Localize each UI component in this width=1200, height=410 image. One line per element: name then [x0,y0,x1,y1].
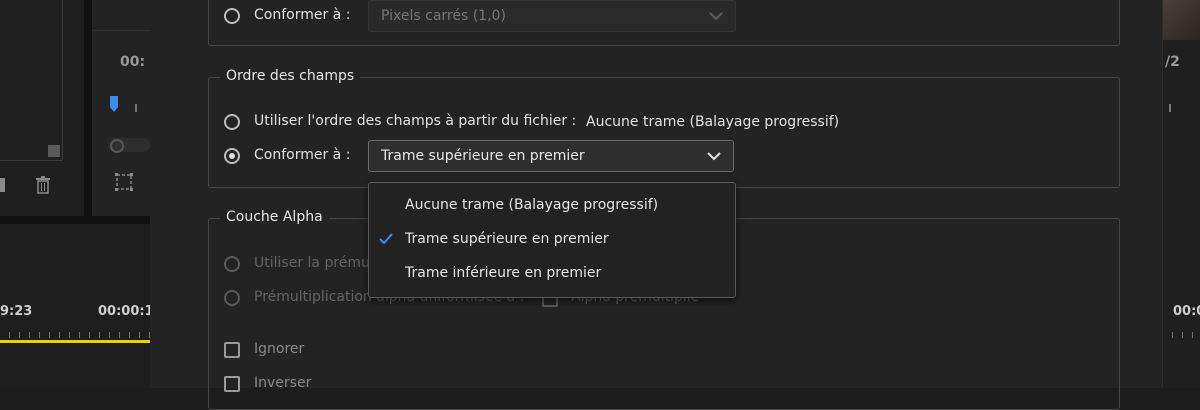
trash-icon[interactable] [35,176,51,194]
timeline-timecode-right: 00:0 [1173,304,1200,319]
invert-alpha-label: Inverser [254,375,312,391]
alpha-channel-title: Couche Alpha [220,209,329,225]
field-order-select[interactable]: Trame supérieure en premier [368,140,734,172]
dropdown-option-no-field[interactable]: Aucune trame (Balayage progressif) [369,189,733,221]
resize-corner[interactable] [48,145,60,157]
source-monitor [0,0,63,161]
playhead-marker[interactable] [110,96,118,112]
timeline-ruler-right[interactable] [1163,328,1200,338]
timeline-timecode-left: 9:23 [0,304,33,319]
premult-uniform-radio[interactable] [224,290,240,306]
field-order-dropdown-menu: Aucune trame (Balayage progressif) Trame… [368,182,736,298]
pixel-aspect-select[interactable]: Pixels carrés (1,0) [368,0,736,32]
background-panel-right: /2 00:0 [1162,0,1200,388]
use-premult-radio[interactable] [224,256,240,272]
pixel-aspect-conform-radio[interactable] [224,8,240,24]
chevron-down-icon [707,152,721,161]
panel-button-icon[interactable] [0,178,5,192]
thumbnail-image [1163,0,1200,40]
panel-separator[interactable] [0,216,150,224]
background-panel-left: 00: 9:23 00:00:1 [0,0,154,388]
timeline-timecode-mid: 00:00:1 [98,304,154,319]
tick-mark [1169,104,1171,112]
timecode-fragment: /2 [1165,54,1180,70]
panel-divider[interactable] [84,0,92,216]
field-order-conform-label: Conformer à : [254,147,351,163]
program-monitor: 00: [92,0,150,216]
timecode-display: 00: [120,54,146,70]
checkmark-icon [379,233,393,245]
dropdown-option-lower-field[interactable]: Trame inférieure en premier [369,257,733,289]
invert-alpha-checkbox[interactable] [224,376,240,392]
work-area-bar[interactable] [0,340,150,343]
ignore-alpha-checkbox[interactable] [224,342,240,358]
ignore-alpha-label: Ignorer [254,341,305,357]
field-order-title: Ordre des champs [220,68,361,84]
use-file-field-order-label: Utiliser l'ordre des champs à partir du … [254,113,577,129]
field-order-select-value: Trame supérieure en premier [381,148,585,164]
use-file-field-order-radio[interactable] [224,114,240,130]
use-premult-label: Utiliser la prému [254,255,370,271]
tick-mark [135,104,137,112]
timeline-ruler[interactable] [0,328,150,338]
pixel-aspect-value: Pixels carrés (1,0) [381,8,506,24]
monitor-panel-frame [92,0,150,31]
scroll-handle[interactable] [110,139,124,153]
dropdown-option-upper-field[interactable]: Trame supérieure en premier [369,223,733,255]
field-order-conform-radio[interactable] [224,148,240,164]
pixel-aspect-conform-label: Conformer à : [254,7,351,23]
file-field-order-value: Aucune trame (Balayage progressif) [586,114,840,130]
chevron-down-icon [709,12,723,21]
safe-margins-icon[interactable] [114,172,134,192]
